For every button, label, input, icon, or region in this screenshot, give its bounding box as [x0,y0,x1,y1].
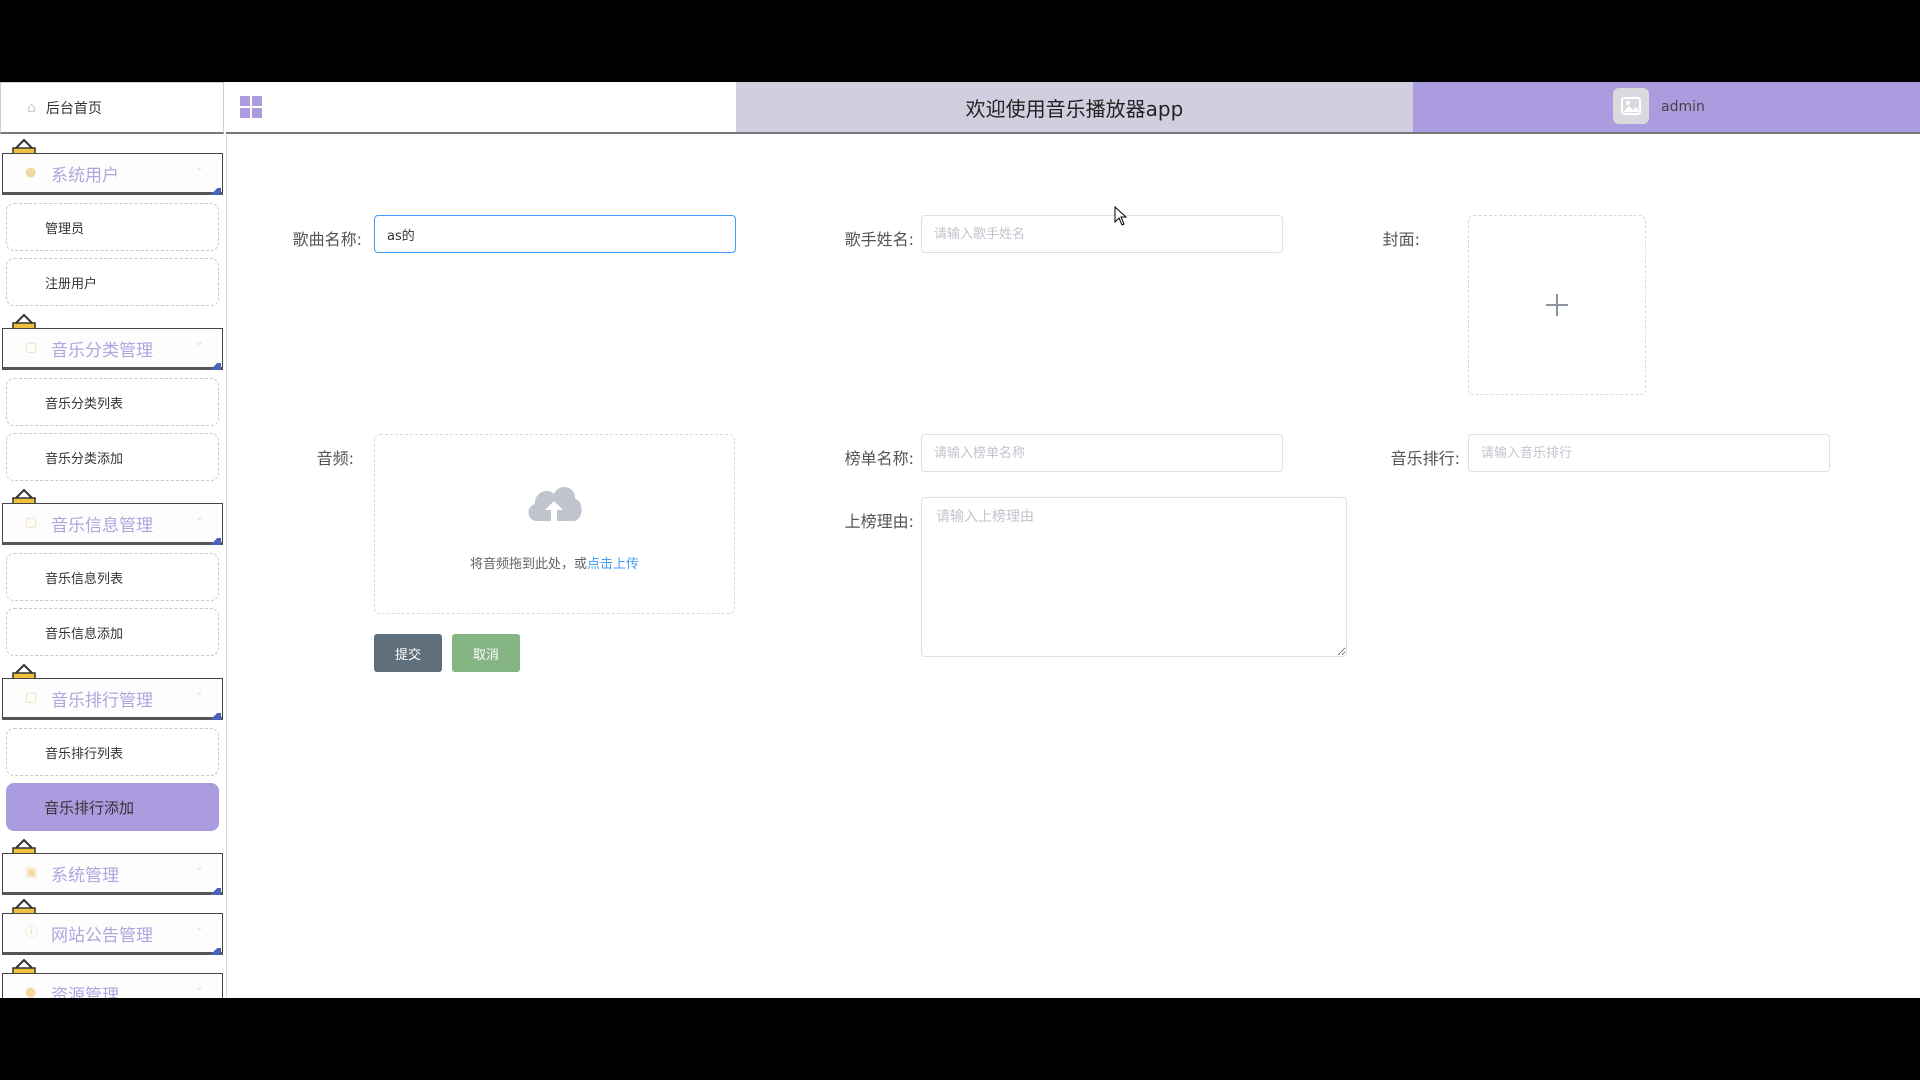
sidebar-item-label: 音乐信息添加 [45,626,124,642]
song-name-label: 歌曲名称: [292,230,362,249]
chevron-down-icon: ⌄ [194,685,204,698]
form-area: 歌曲名称: 歌手姓名: 封面: 音频: 将音频拖到此处，或点击上传 榜单名称: … [226,134,1920,998]
corner-fold [207,538,221,545]
audio-upload-dropzone[interactable]: 将音频拖到此处，或点击上传 [374,434,735,614]
sidebar-group-announcements[interactable]: ⓘ 网站公告管理 ⌄ [2,913,223,955]
mouse-cursor-icon [1114,206,1128,226]
audio-label: 音频: [316,449,354,468]
sidebar-item-label: 音乐排行添加 [44,798,135,817]
chevron-down-icon: ⌄ [194,980,204,993]
app-window: ⌂ 后台首页 ● 系统用户 ⌄ 管理员 注册用户 ▢ 音乐分类管理 ⌄ 音乐分类… [0,82,1920,998]
sidebar-item-label: 音乐排行列表 [45,746,124,762]
corner-fold [207,888,221,895]
username[interactable]: admin [1661,99,1705,115]
header-title: 欢迎使用音乐播放器app [736,82,1413,134]
reason-label: 上榜理由: [844,512,914,531]
menu-grid-icon[interactable] [240,96,262,118]
singer-name-input[interactable] [921,215,1283,253]
image-placeholder-icon [1621,97,1641,115]
reason-textarea[interactable] [921,497,1347,657]
music-rank-input[interactable] [1468,434,1830,472]
sidebar-item-rank-add[interactable]: 音乐排行添加 [6,783,219,831]
sidebar-group-music-info[interactable]: ▢ 音乐信息管理 ⌄ [2,503,223,545]
user-icon: ● [25,165,37,180]
sidebar-item-rank-list[interactable]: 音乐排行列表 [6,728,219,776]
sidebar-item-label: 后台首页 [45,100,102,117]
sidebar-group-label: 网站公告管理 [51,925,153,946]
sidebar-item-info-list[interactable]: 音乐信息列表 [6,553,219,601]
upload-cloud-icon [528,486,582,521]
document-icon: ▢ [25,515,38,530]
sidebar-item-label: 音乐信息列表 [45,571,124,587]
sidebar-group-label: 音乐信息管理 [51,515,153,536]
sidebar-item-label: 音乐分类添加 [45,451,124,467]
submit-button[interactable]: 提交 [374,634,442,672]
document-icon: ▢ [25,340,38,355]
sidebar-item-label: 管理员 [45,221,85,237]
sidebar-group-music-category[interactable]: ▢ 音乐分类管理 ⌄ [2,328,223,370]
sidebar-item-registered-users[interactable]: 注册用户 [6,258,219,306]
info-icon: ⓘ [25,925,39,940]
corner-fold [207,188,221,195]
home-icon: ⌂ [27,99,36,116]
plus-icon [1546,294,1568,316]
cover-upload[interactable] [1468,215,1646,395]
sidebar: ⌂ 后台首页 ● 系统用户 ⌄ 管理员 注册用户 ▢ 音乐分类管理 ⌄ 音乐分类… [0,82,227,998]
sidebar-item-info-add[interactable]: 音乐信息添加 [6,608,219,656]
corner-fold [207,363,221,370]
chart-name-label: 榜单名称: [844,449,914,468]
header-user: admin [1413,82,1920,134]
sidebar-item-category-list[interactable]: 音乐分类列表 [6,378,219,426]
sidebar-item-label: 音乐分类列表 [45,396,124,412]
sidebar-item-home[interactable]: ⌂ 后台首页 [0,82,224,134]
chevron-down-icon: ⌄ [194,335,204,348]
corner-fold [207,948,221,955]
cancel-button[interactable]: 取消 [452,634,520,672]
cover-label: 封面: [1382,230,1420,249]
upload-hint: 将音频拖到此处，或点击上传 [375,553,734,572]
chart-name-input[interactable] [921,434,1283,472]
sidebar-group-system-manage[interactable]: ▣ 系统管理 ⌄ [2,853,223,895]
document-icon: ▢ [25,690,38,705]
chevron-down-icon: ⌄ [194,920,204,933]
singer-name-label: 歌手姓名: [844,230,914,249]
resource-icon: ● [25,985,37,999]
sidebar-group-label: 系统管理 [51,865,119,886]
header-left [226,82,736,134]
sidebar-group-label: 系统用户 [51,165,119,186]
sidebar-item-label: 注册用户 [45,276,98,292]
chevron-down-icon: ⌄ [194,510,204,523]
song-name-input[interactable] [374,215,736,253]
sidebar-group-label: 音乐分类管理 [51,340,153,361]
music-rank-label: 音乐排行: [1390,449,1460,468]
sidebar-group-resources[interactable]: ● 资源管理 ⌄ [2,973,223,998]
corner-fold [207,713,221,720]
avatar[interactable] [1613,88,1649,124]
sidebar-group-label: 资源管理 [51,985,119,999]
top-header: 欢迎使用音乐播放器app admin [226,82,1920,134]
chevron-down-icon: ⌄ [194,860,204,873]
click-upload-link[interactable]: 点击上传 [587,557,639,572]
sidebar-group-music-rank[interactable]: ▢ 音乐排行管理 ⌄ [2,678,223,720]
sidebar-item-admins[interactable]: 管理员 [6,203,219,251]
sidebar-group-system-users[interactable]: ● 系统用户 ⌄ [2,153,223,195]
chevron-down-icon: ⌄ [194,160,204,173]
page-title: 欢迎使用音乐播放器app [965,96,1184,121]
sidebar-item-category-add[interactable]: 音乐分类添加 [6,433,219,481]
upload-hint-text: 将音频拖到此处，或 [469,557,587,572]
sidebar-group-label: 音乐排行管理 [51,690,153,711]
image-icon: ▣ [25,865,38,880]
